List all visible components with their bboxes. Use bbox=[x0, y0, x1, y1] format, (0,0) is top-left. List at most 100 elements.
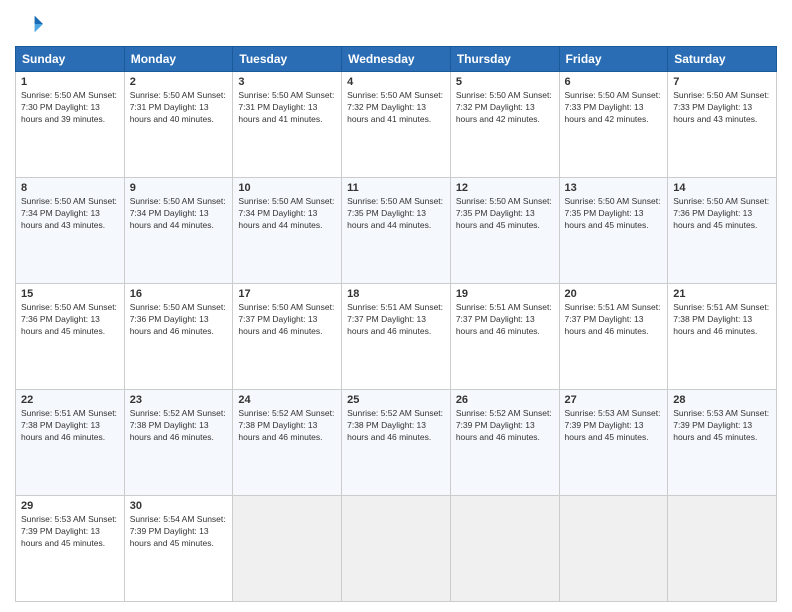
day-cell: 16 Sunrise: 5:50 AM Sunset: 7:36 PM Dayli… bbox=[124, 284, 233, 390]
day-info: Sunrise: 5:52 AM Sunset: 7:38 PM Dayligh… bbox=[347, 408, 445, 444]
col-header-thursday: Thursday bbox=[450, 47, 559, 72]
day-number: 3 bbox=[238, 76, 336, 88]
day-cell: 7 Sunrise: 5:50 AM Sunset: 7:33 PM Daylig… bbox=[668, 72, 777, 178]
day-info: Sunrise: 5:51 AM Sunset: 7:37 PM Dayligh… bbox=[347, 302, 445, 338]
day-number: 7 bbox=[673, 76, 771, 88]
day-info: Sunrise: 5:50 AM Sunset: 7:35 PM Dayligh… bbox=[456, 196, 554, 232]
day-info: Sunrise: 5:50 AM Sunset: 7:31 PM Dayligh… bbox=[238, 90, 336, 126]
logo bbox=[15, 10, 47, 38]
day-number: 17 bbox=[238, 288, 336, 300]
day-cell: 20 Sunrise: 5:51 AM Sunset: 7:37 PM Dayli… bbox=[559, 284, 668, 390]
day-info: Sunrise: 5:50 AM Sunset: 7:32 PM Dayligh… bbox=[456, 90, 554, 126]
col-header-wednesday: Wednesday bbox=[342, 47, 451, 72]
day-number: 22 bbox=[21, 394, 119, 406]
day-info: Sunrise: 5:54 AM Sunset: 7:39 PM Dayligh… bbox=[130, 514, 228, 550]
day-info: Sunrise: 5:51 AM Sunset: 7:37 PM Dayligh… bbox=[565, 302, 663, 338]
week-row-3: 15 Sunrise: 5:50 AM Sunset: 7:36 PM Dayli… bbox=[16, 284, 777, 390]
day-number: 8 bbox=[21, 182, 119, 194]
day-info: Sunrise: 5:50 AM Sunset: 7:36 PM Dayligh… bbox=[21, 302, 119, 338]
day-cell: 23 Sunrise: 5:52 AM Sunset: 7:38 PM Dayli… bbox=[124, 390, 233, 496]
day-cell: 5Sunrise: 5:50 AM Sunset: 7:32 PM Daylig… bbox=[450, 72, 559, 178]
day-info: Sunrise: 5:50 AM Sunset: 7:36 PM Dayligh… bbox=[130, 302, 228, 338]
day-cell: 4 Sunrise: 5:50 AM Sunset: 7:32 PM Daylig… bbox=[342, 72, 451, 178]
day-number: 24 bbox=[238, 394, 336, 406]
day-info: Sunrise: 5:53 AM Sunset: 7:39 PM Dayligh… bbox=[673, 408, 771, 444]
day-cell: 17 Sunrise: 5:50 AM Sunset: 7:37 PM Dayli… bbox=[233, 284, 342, 390]
header bbox=[15, 10, 777, 38]
day-cell: 26 Sunrise: 5:52 AM Sunset: 7:39 PM Dayli… bbox=[450, 390, 559, 496]
day-number: 9 bbox=[130, 182, 228, 194]
day-cell bbox=[450, 496, 559, 602]
day-cell: 21Sunrise: 5:51 AM Sunset: 7:38 PM Dayli… bbox=[668, 284, 777, 390]
page: SundayMondayTuesdayWednesdayThursdayFrid… bbox=[0, 0, 792, 612]
day-number: 27 bbox=[565, 394, 663, 406]
day-cell bbox=[342, 496, 451, 602]
day-number: 21 bbox=[673, 288, 771, 300]
col-header-saturday: Saturday bbox=[668, 47, 777, 72]
day-cell bbox=[233, 496, 342, 602]
day-info: Sunrise: 5:50 AM Sunset: 7:33 PM Dayligh… bbox=[565, 90, 663, 126]
day-number: 28 bbox=[673, 394, 771, 406]
day-cell bbox=[559, 496, 668, 602]
day-info: Sunrise: 5:50 AM Sunset: 7:34 PM Dayligh… bbox=[238, 196, 336, 232]
day-number: 10 bbox=[238, 182, 336, 194]
day-cell: 15 Sunrise: 5:50 AM Sunset: 7:36 PM Dayli… bbox=[16, 284, 125, 390]
calendar-table: SundayMondayTuesdayWednesdayThursdayFrid… bbox=[15, 46, 777, 602]
day-cell: 12 Sunrise: 5:50 AM Sunset: 7:35 PM Dayli… bbox=[450, 178, 559, 284]
logo-icon bbox=[15, 10, 43, 38]
day-cell: 8 Sunrise: 5:50 AM Sunset: 7:34 PM Daylig… bbox=[16, 178, 125, 284]
day-number: 2 bbox=[130, 76, 228, 88]
day-number: 12 bbox=[456, 182, 554, 194]
col-header-monday: Monday bbox=[124, 47, 233, 72]
day-info: Sunrise: 5:52 AM Sunset: 7:38 PM Dayligh… bbox=[238, 408, 336, 444]
day-number: 20 bbox=[565, 288, 663, 300]
day-cell: 9Sunrise: 5:50 AM Sunset: 7:34 PM Daylig… bbox=[124, 178, 233, 284]
day-info: Sunrise: 5:50 AM Sunset: 7:34 PM Dayligh… bbox=[21, 196, 119, 232]
day-info: Sunrise: 5:52 AM Sunset: 7:39 PM Dayligh… bbox=[456, 408, 554, 444]
day-info: Sunrise: 5:50 AM Sunset: 7:31 PM Dayligh… bbox=[130, 90, 228, 126]
day-cell: 24 Sunrise: 5:52 AM Sunset: 7:38 PM Dayli… bbox=[233, 390, 342, 496]
day-info: Sunrise: 5:50 AM Sunset: 7:32 PM Dayligh… bbox=[347, 90, 445, 126]
day-cell: 22 Sunrise: 5:51 AM Sunset: 7:38 PM Dayli… bbox=[16, 390, 125, 496]
day-cell: 3 Sunrise: 5:50 AM Sunset: 7:31 PM Daylig… bbox=[233, 72, 342, 178]
day-cell: 14 Sunrise: 5:50 AM Sunset: 7:36 PM Dayli… bbox=[668, 178, 777, 284]
day-info: Sunrise: 5:50 AM Sunset: 7:37 PM Dayligh… bbox=[238, 302, 336, 338]
day-cell: 29Sunrise: 5:53 AM Sunset: 7:39 PM Dayli… bbox=[16, 496, 125, 602]
day-cell: 30 Sunrise: 5:54 AM Sunset: 7:39 PM Dayli… bbox=[124, 496, 233, 602]
week-row-5: 29Sunrise: 5:53 AM Sunset: 7:39 PM Dayli… bbox=[16, 496, 777, 602]
week-row-1: 1Sunrise: 5:50 AM Sunset: 7:30 PM Daylig… bbox=[16, 72, 777, 178]
day-info: Sunrise: 5:50 AM Sunset: 7:35 PM Dayligh… bbox=[565, 196, 663, 232]
day-cell: 28 Sunrise: 5:53 AM Sunset: 7:39 PM Dayli… bbox=[668, 390, 777, 496]
day-cell: 18 Sunrise: 5:51 AM Sunset: 7:37 PM Dayli… bbox=[342, 284, 451, 390]
week-row-4: 22 Sunrise: 5:51 AM Sunset: 7:38 PM Dayli… bbox=[16, 390, 777, 496]
day-number: 30 bbox=[130, 500, 228, 512]
day-number: 26 bbox=[456, 394, 554, 406]
day-number: 16 bbox=[130, 288, 228, 300]
col-header-friday: Friday bbox=[559, 47, 668, 72]
day-info: Sunrise: 5:53 AM Sunset: 7:39 PM Dayligh… bbox=[565, 408, 663, 444]
day-number: 1 bbox=[21, 76, 119, 88]
day-number: 19 bbox=[456, 288, 554, 300]
day-info: Sunrise: 5:51 AM Sunset: 7:38 PM Dayligh… bbox=[21, 408, 119, 444]
day-info: Sunrise: 5:50 AM Sunset: 7:35 PM Dayligh… bbox=[347, 196, 445, 232]
day-number: 29 bbox=[21, 500, 119, 512]
day-cell: 11Sunrise: 5:50 AM Sunset: 7:35 PM Dayli… bbox=[342, 178, 451, 284]
col-header-sunday: Sunday bbox=[16, 47, 125, 72]
day-info: Sunrise: 5:50 AM Sunset: 7:36 PM Dayligh… bbox=[673, 196, 771, 232]
header-row: SundayMondayTuesdayWednesdayThursdayFrid… bbox=[16, 47, 777, 72]
day-number: 18 bbox=[347, 288, 445, 300]
col-header-tuesday: Tuesday bbox=[233, 47, 342, 72]
day-cell: 2 Sunrise: 5:50 AM Sunset: 7:31 PM Daylig… bbox=[124, 72, 233, 178]
day-cell: 19Sunrise: 5:51 AM Sunset: 7:37 PM Dayli… bbox=[450, 284, 559, 390]
day-number: 15 bbox=[21, 288, 119, 300]
calendar-body: 1Sunrise: 5:50 AM Sunset: 7:30 PM Daylig… bbox=[16, 72, 777, 602]
day-info: Sunrise: 5:52 AM Sunset: 7:38 PM Dayligh… bbox=[130, 408, 228, 444]
day-number: 23 bbox=[130, 394, 228, 406]
day-info: Sunrise: 5:50 AM Sunset: 7:33 PM Dayligh… bbox=[673, 90, 771, 126]
day-number: 13 bbox=[565, 182, 663, 194]
day-cell bbox=[668, 496, 777, 602]
day-number: 4 bbox=[347, 76, 445, 88]
day-cell: 13 Sunrise: 5:50 AM Sunset: 7:35 PM Dayli… bbox=[559, 178, 668, 284]
day-cell: 25Sunrise: 5:52 AM Sunset: 7:38 PM Dayli… bbox=[342, 390, 451, 496]
day-number: 14 bbox=[673, 182, 771, 194]
